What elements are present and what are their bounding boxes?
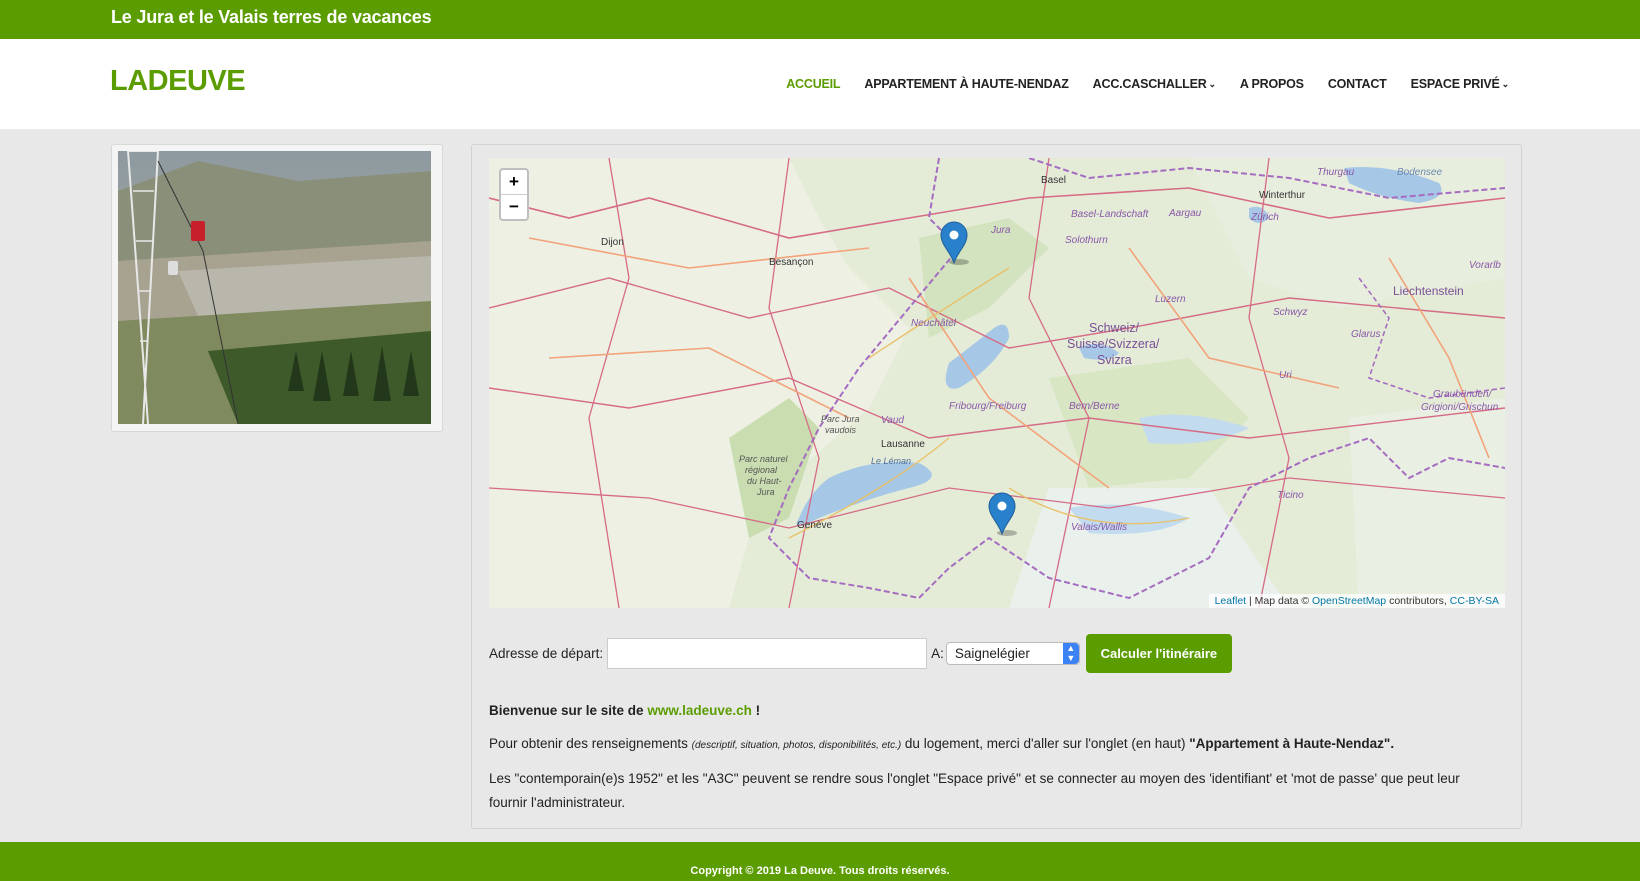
- calculate-route-button[interactable]: Calculer l'itinéraire: [1085, 634, 1232, 673]
- leaflet-link[interactable]: Leaflet: [1215, 595, 1247, 607]
- main-nav: ACCUEIL APPARTEMENT À HAUTE-NENDAZ ACC.C…: [762, 77, 1509, 91]
- chevron-down-icon: ⌄: [1208, 78, 1217, 89]
- main-card: Basel Thurgau Bodensee Winterthur Zürich…: [471, 144, 1522, 829]
- map-marker-icon[interactable]: [988, 492, 1017, 536]
- select-arrows-icon: ▲ ▼: [1062, 643, 1079, 664]
- nav-label: ACC.CASCHALLER: [1092, 77, 1207, 91]
- license-link[interactable]: CC-BY-SA: [1450, 595, 1499, 607]
- paragraph-note: (descriptif, situation, photos, disponib…: [691, 740, 902, 751]
- destination-select[interactable]: Saignelégier ▲ ▼: [945, 642, 1080, 665]
- nav-item-appartement[interactable]: APPARTEMENT À HAUTE-NENDAZ: [864, 77, 1068, 91]
- zoom-out-button[interactable]: −: [501, 194, 527, 219]
- nav-label: A PROPOS: [1239, 77, 1304, 91]
- nav-item-acc-caschaller[interactable]: ACC.CASCHALLER ⌄: [1093, 77, 1216, 91]
- header: LADEUVE ACCUEIL APPARTEMENT À HAUTE-NEND…: [0, 39, 1640, 129]
- nav-item-accueil[interactable]: ACCUEIL: [786, 77, 840, 91]
- zoom-control: + −: [499, 168, 529, 221]
- private-access-paragraph: Les "contemporain(e)s 1952" et les "A3C"…: [489, 771, 1460, 810]
- site-logo[interactable]: LADEUVE: [110, 65, 246, 98]
- route-form: Adresse de départ: A: Saignelégier ▲ ▼ Ca…: [489, 634, 1232, 673]
- from-label: Adresse de départ:: [489, 646, 604, 661]
- sidebar-photo-card: [111, 144, 443, 432]
- zoom-in-button[interactable]: +: [501, 170, 527, 194]
- nav-item-contact[interactable]: CONTACT: [1328, 77, 1387, 91]
- top-bar: Le Jura et le Valais terres de vacances: [0, 0, 1640, 39]
- info-paragraph: Pour obtenir des renseignements (descrip…: [489, 732, 1489, 758]
- nav-item-espace-prive[interactable]: ESPACE PRIVÉ ⌄: [1410, 77, 1510, 91]
- nav-label: ESPACE PRIVÉ: [1410, 77, 1500, 91]
- map-markers: [940, 221, 1017, 536]
- copyright-text: Copyright © 2019 La Deuve. Tous droits r…: [690, 865, 950, 877]
- footer: Copyright © 2019 La Deuve. Tous droits r…: [0, 842, 1640, 881]
- osm-link[interactable]: OpenStreetMap: [1312, 595, 1386, 607]
- cable-car-photo: [118, 151, 431, 424]
- nav-item-a-propos[interactable]: A PROPOS: [1240, 77, 1304, 91]
- destination-value: Saignelégier: [954, 646, 1030, 661]
- site-link[interactable]: www.ladeuve.ch: [647, 703, 752, 718]
- attribution-text: | Map data ©: [1246, 595, 1313, 607]
- map-marker-icon[interactable]: [940, 221, 969, 265]
- attribution-text: contributors,: [1386, 595, 1450, 607]
- nav-label: ACCUEIL: [786, 77, 841, 91]
- nav-label: CONTACT: [1327, 77, 1387, 91]
- from-address-input[interactable]: [607, 638, 928, 669]
- welcome-text: !: [751, 703, 761, 718]
- welcome-line: Bienvenue sur le site de www.ladeuve.ch …: [489, 699, 1489, 723]
- paragraph-text: Pour obtenir des renseignements: [489, 736, 692, 751]
- map-attribution: Leaflet | Map data © OpenStreetMap contr…: [1208, 594, 1505, 608]
- site-tagline: Le Jura et le Valais terres de vacances: [111, 7, 432, 27]
- welcome-text: Bienvenue sur le site de: [489, 703, 648, 718]
- to-label: A:: [931, 646, 944, 661]
- welcome-content: Bienvenue sur le site de www.ladeuve.ch …: [489, 699, 1489, 824]
- chevron-down-icon: ⌄: [1501, 78, 1510, 89]
- paragraph-emphasis: "Appartement à Haute-Nendaz".: [1189, 736, 1395, 751]
- paragraph-text: du logement, merci d'aller sur l'onglet …: [901, 736, 1190, 751]
- nav-label: APPARTEMENT À HAUTE-NENDAZ: [864, 77, 1069, 91]
- route-map[interactable]: Basel Thurgau Bodensee Winterthur Zürich…: [489, 158, 1505, 608]
